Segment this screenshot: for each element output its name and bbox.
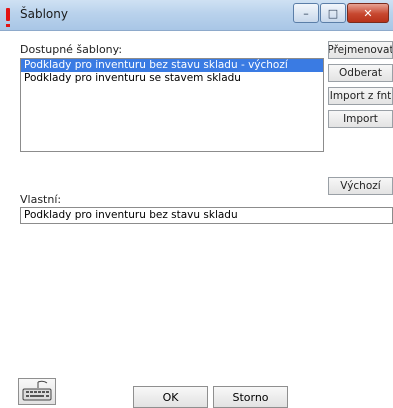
close-button[interactable]: ✕ — [347, 3, 389, 23]
rename-button[interactable]: Přejmenovat — [328, 41, 393, 59]
list-item[interactable]: Podklady pro inventuru bez stavu skladu … — [21, 59, 323, 72]
list-item[interactable]: Podklady pro inventuru se stavem skladu — [21, 72, 323, 85]
title-bar[interactable]: Šablony – □ ✕ — [0, 0, 393, 31]
own-template-field[interactable]: Podklady pro inventuru bez stavu skladu — [20, 207, 393, 224]
templates-listbox[interactable]: Podklady pro inventuru bez stavu skladu … — [20, 58, 324, 152]
default-button[interactable]: Výchozí — [328, 177, 393, 195]
keyboard-icon — [22, 380, 52, 401]
available-templates-label: Dostupné šablony: — [20, 43, 123, 56]
own-label: Vlastní: — [20, 193, 62, 206]
exclamation-icon — [6, 8, 10, 27]
window-title: Šablony — [20, 7, 68, 21]
remove-button[interactable]: Odberat — [328, 64, 393, 82]
import-fnt-button[interactable]: Import z fnt — [328, 87, 393, 105]
minimize-button[interactable]: – — [293, 3, 319, 23]
maximize-button[interactable]: □ — [320, 3, 346, 23]
window-controls: – □ ✕ — [292, 3, 389, 23]
import-button[interactable]: Import — [328, 110, 393, 128]
keyboard-button[interactable] — [18, 378, 56, 405]
